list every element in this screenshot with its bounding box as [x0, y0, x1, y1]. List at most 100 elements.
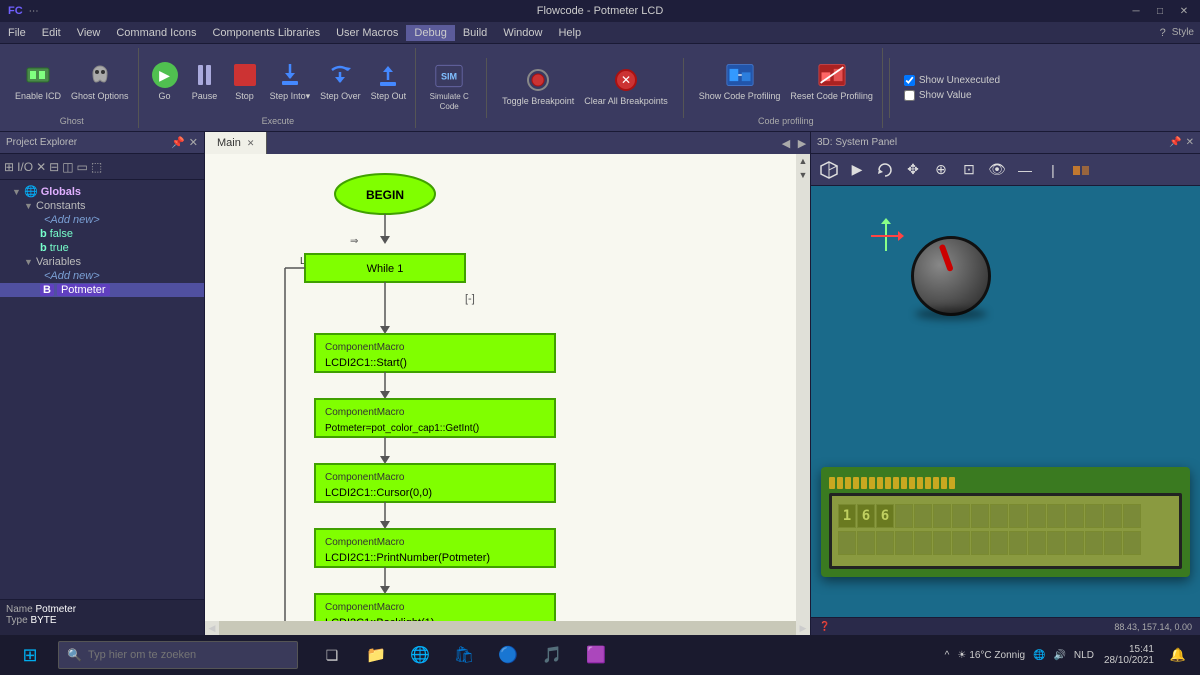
menu-debug[interactable]: Debug	[406, 25, 454, 41]
sb-icon-5[interactable]: ◫	[62, 160, 73, 174]
constants-expander[interactable]: ▼	[24, 201, 36, 211]
scroll-down-button[interactable]: ▼	[796, 168, 810, 182]
tab-close-icon[interactable]: ✕	[247, 138, 255, 149]
3d-move-icon[interactable]: ✥	[901, 158, 925, 182]
toggle-breakpoint-button[interactable]: Toggle Breakpoint	[499, 59, 577, 115]
canvas-nav-left[interactable]: ◀	[778, 132, 794, 154]
menu-build[interactable]: Build	[455, 25, 495, 41]
sb-icon-1[interactable]: ⊞	[4, 160, 14, 174]
canvas-bottom-scroll[interactable]: ◀ ▶	[205, 621, 810, 635]
start-button[interactable]: ⊞	[8, 635, 52, 675]
step-out-button[interactable]: Step Out	[368, 54, 410, 110]
sb-icon-2[interactable]: I/O	[17, 160, 33, 174]
main-tab[interactable]: Main ✕	[205, 132, 267, 154]
system-clock[interactable]: 15:41 28/10/2021	[1104, 644, 1154, 666]
stop-button[interactable]: Stop	[227, 54, 263, 110]
pause-button[interactable]: Pause	[187, 54, 223, 110]
sb-icon-4[interactable]: ⊟	[49, 160, 59, 174]
globals-expander[interactable]: ▼	[12, 187, 24, 197]
canvas-scroll[interactable]: ▲ ▼	[796, 154, 810, 621]
3d-rotate-icon[interactable]	[873, 158, 897, 182]
panel-pin-icon[interactable]: 📌	[1169, 137, 1181, 148]
tray-volume[interactable]: 🔊	[1053, 650, 1065, 661]
show-value-checkbox[interactable]	[904, 90, 915, 101]
3d-eye-icon[interactable]: 👁	[985, 158, 1009, 182]
go-button[interactable]: ▶ Go	[147, 54, 183, 110]
h-scroll-right[interactable]: ▶	[796, 623, 810, 634]
show-unexecuted-checkbox[interactable]	[904, 75, 915, 86]
clear-breakpoints-button[interactable]: ✕ Clear All Breakpoints	[581, 59, 671, 115]
canvas-nav-right[interactable]: ▶	[794, 132, 810, 154]
close-button[interactable]: ✕	[1176, 3, 1192, 19]
tray-language[interactable]: NLD	[1074, 650, 1094, 661]
help-icon[interactable]: ❓	[819, 621, 830, 632]
3d-cube-icon[interactable]	[817, 158, 841, 182]
3d-zoom-icon[interactable]: ⊕	[929, 158, 953, 182]
show-code-profiling-button[interactable]: Show Code Profiling	[696, 54, 784, 110]
menu-edit[interactable]: Edit	[34, 25, 69, 41]
minimize-button[interactable]: ─	[1128, 3, 1144, 19]
taskbar-icon-edge[interactable]: 🌐	[400, 635, 440, 675]
sidebar-bottom-info: Name Potmeter Type BYTE	[0, 599, 204, 635]
taskbar-icon-chrome[interactable]: 🔵	[488, 635, 528, 675]
sb-icon-6[interactable]: ▭	[77, 160, 88, 174]
tree-add-new-var[interactable]: <Add new>	[0, 269, 204, 283]
menu-help[interactable]: Help	[550, 25, 589, 41]
3d-palette-icon[interactable]	[1069, 158, 1093, 182]
taskbar-icon-music[interactable]: 🎵	[532, 635, 572, 675]
tree-add-new-const[interactable]: <Add new>	[0, 213, 204, 227]
flowchart-wrapper[interactable]: BEGIN ⇒ Loop While 1 [	[205, 154, 796, 621]
taskbar-search-box[interactable]: 🔍	[58, 641, 298, 669]
sb-icon-3[interactable]: ✕	[36, 160, 46, 174]
scroll-up-button[interactable]: ▲	[796, 154, 810, 168]
profiling-group-label: Code profiling	[758, 116, 814, 128]
3d-line-v-icon[interactable]: |	[1041, 158, 1065, 182]
3d-line-h-icon[interactable]: —	[1013, 158, 1037, 182]
lcd-char-2-11	[1028, 531, 1046, 555]
question-icon[interactable]: ?	[1160, 27, 1166, 39]
tree-globals[interactable]: ▼ 🌐 Globals	[0, 184, 204, 199]
show-value-check[interactable]: Show Value	[904, 90, 1000, 101]
menu-user-macros[interactable]: User Macros	[328, 25, 406, 41]
menu-view[interactable]: View	[69, 25, 109, 41]
tree-potmeter[interactable]: B Potmeter	[0, 283, 204, 297]
step-into-button[interactable]: Step Into▾	[267, 54, 314, 110]
h-scroll-left[interactable]: ◀	[205, 623, 219, 634]
ghost-options-button[interactable]: Ghost Options	[68, 54, 132, 110]
sidebar-close-icon[interactable]: ✕	[189, 136, 198, 149]
step-over-button[interactable]: Step Over	[317, 54, 364, 110]
tray-arrow[interactable]: ^	[945, 650, 950, 661]
taskbar-icon-flowcode[interactable]: 🟪	[576, 635, 616, 675]
lcd-char-2-3	[876, 531, 894, 555]
tree-false[interactable]: b false	[0, 227, 204, 241]
sidebar-pin-icon[interactable]: 📌	[171, 136, 185, 149]
variables-expander[interactable]: ▼	[24, 257, 36, 267]
3d-frame-icon[interactable]: ⊡	[957, 158, 981, 182]
tree-true[interactable]: b true	[0, 241, 204, 255]
taskbar-search-input[interactable]	[88, 649, 289, 661]
taskbar-icon-store[interactable]: 🛍	[444, 635, 484, 675]
tray-network[interactable]: 🌐	[1033, 650, 1045, 661]
potentiometer-knob[interactable]	[911, 236, 991, 316]
show-unexecuted-check[interactable]: Show Unexecuted	[904, 75, 1000, 86]
maximize-button[interactable]: □	[1152, 3, 1168, 19]
enable-icd-button[interactable]: Enable ICD	[12, 54, 64, 110]
menu-components[interactable]: Components Libraries	[204, 25, 328, 41]
sb-icon-7[interactable]: ⬚	[91, 160, 102, 174]
knob-body[interactable]	[911, 236, 991, 316]
menu-file[interactable]: File	[0, 25, 34, 41]
menu-command-icons[interactable]: Command Icons	[108, 25, 204, 41]
menu-window[interactable]: Window	[495, 25, 550, 41]
notification-button[interactable]: 🔔	[1164, 635, 1192, 675]
simulate-button[interactable]: SIM Simulate C Code	[424, 59, 474, 115]
taskbar-icon-explorer[interactable]: 📁	[356, 635, 396, 675]
tree-variables[interactable]: ▼ Variables	[0, 255, 204, 269]
tray-weather[interactable]: ☀ 16°C Zonnig	[957, 650, 1025, 661]
reset-code-profiling-button[interactable]: Reset Code Profiling	[787, 54, 876, 110]
coordinates-display: 88.43, 157.14, 0.00	[1114, 622, 1192, 632]
tree-constants[interactable]: ▼ Constants	[0, 199, 204, 213]
3d-play-icon[interactable]: ▶	[845, 158, 869, 182]
clear-bp-icon: ✕	[612, 66, 640, 94]
panel-close-icon[interactable]: ✕	[1186, 137, 1194, 148]
taskbar-icon-task-view[interactable]: ❏	[312, 635, 352, 675]
